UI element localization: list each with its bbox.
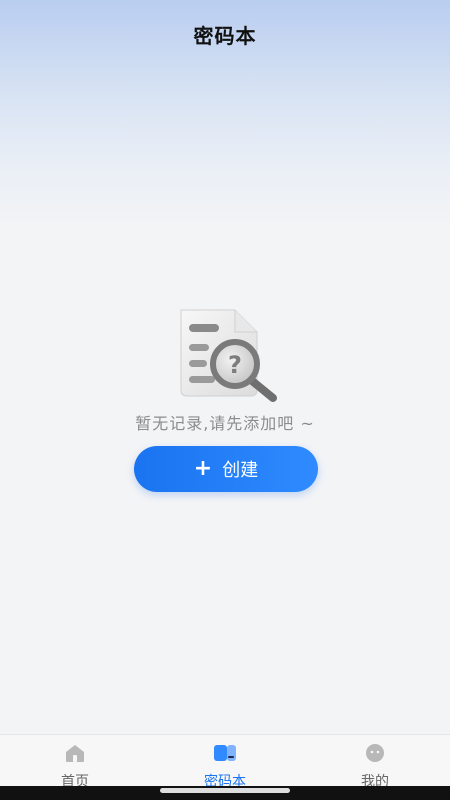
book-icon	[213, 743, 237, 767]
document-search-icon: ?	[175, 304, 285, 404]
page-title: 密码本	[193, 24, 257, 48]
home-icon	[64, 743, 86, 767]
tab-passbook[interactable]: 密码本	[170, 743, 280, 791]
svg-text:?: ?	[228, 351, 242, 379]
plus-icon: +	[193, 456, 213, 481]
tab-home[interactable]: 首页	[20, 743, 130, 791]
app-screen: 密码本 ? 暂无记录,请先添加吧 ~ + 创建 首页 密码本 我的	[0, 0, 450, 800]
empty-message: 暂无记录,请先添加吧 ~	[135, 414, 315, 433]
tab-mine[interactable]: 我的	[320, 743, 430, 791]
create-button[interactable]: + 创建	[134, 446, 318, 492]
face-icon	[364, 743, 386, 767]
create-button-label: 创建	[222, 460, 259, 481]
home-indicator[interactable]	[160, 788, 290, 793]
